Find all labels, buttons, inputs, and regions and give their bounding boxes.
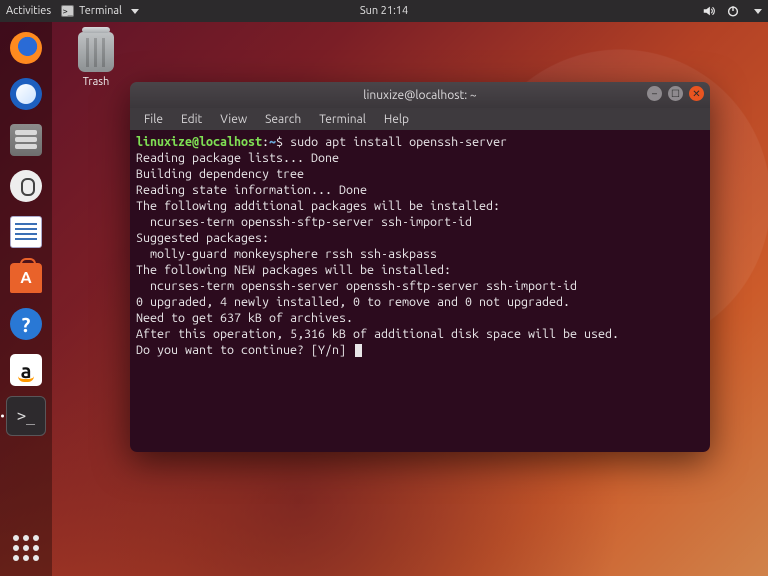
terminal-line: Reading package lists... Done — [136, 151, 339, 165]
terminal-menubar: File Edit View Search Terminal Help — [130, 108, 710, 130]
terminal-line: After this operation, 5,316 kB of additi… — [136, 327, 619, 341]
prompt-path: ~ — [269, 135, 276, 149]
clock[interactable]: Sun 21:14 — [360, 5, 408, 17]
menu-help[interactable]: Help — [380, 111, 413, 128]
gnome-top-bar: Activities >_ Terminal Sun 21:14 — [0, 0, 768, 22]
desktop-icon-trash[interactable]: Trash — [78, 32, 114, 88]
terminal-line: Suggested packages: — [136, 231, 269, 245]
dock-app-writer[interactable] — [6, 212, 46, 252]
dock-app-rhythmbox[interactable] — [6, 166, 46, 206]
thunderbird-icon — [10, 78, 42, 110]
terminal-line: Reading state information... Done — [136, 183, 367, 197]
terminal-line: molly-guard monkeysphere rssh ssh-askpas… — [136, 247, 437, 261]
terminal-icon: >_ — [6, 396, 46, 436]
menu-file[interactable]: File — [140, 111, 167, 128]
app-menu-label: Terminal — [79, 5, 122, 17]
chevron-down-icon — [131, 9, 139, 14]
software-icon — [10, 263, 42, 293]
menu-search[interactable]: Search — [261, 111, 305, 128]
trash-icon — [78, 32, 114, 72]
terminal-window: linuxize@localhost: ~ – ☐ ✕ File Edit Vi… — [130, 82, 710, 452]
window-maximize-button[interactable]: ☐ — [668, 86, 683, 101]
terminal-line: The following additional packages will b… — [136, 199, 500, 213]
terminal-line: Need to get 637 kB of archives. — [136, 311, 353, 325]
firefox-icon — [10, 32, 42, 64]
writer-icon — [10, 216, 42, 248]
prompt-suffix: $ — [276, 135, 290, 149]
dock-app-terminal[interactable]: >_ — [6, 396, 46, 436]
entered-command: sudo apt install openssh-server — [290, 135, 507, 149]
dock-app-files[interactable] — [6, 120, 46, 160]
menu-view[interactable]: View — [216, 111, 251, 128]
volume-icon[interactable] — [702, 4, 716, 18]
launcher-dock: ? a >_ — [0, 22, 52, 576]
show-applications-button[interactable] — [6, 528, 46, 568]
prompt-separator: : — [262, 135, 269, 149]
terminal-icon: >_ — [61, 5, 74, 17]
terminal-line: The following NEW packages will be insta… — [136, 263, 451, 277]
window-title: linuxize@localhost: ~ — [363, 89, 476, 102]
amazon-icon: a — [10, 354, 42, 386]
dock-app-help[interactable]: ? — [6, 304, 46, 344]
terminal-body[interactable]: linuxize@localhost:~$ sudo apt install o… — [130, 130, 710, 452]
dock-app-thunderbird[interactable] — [6, 74, 46, 114]
window-minimize-button[interactable]: – — [647, 86, 662, 101]
help-icon: ? — [10, 308, 42, 340]
menu-edit[interactable]: Edit — [177, 111, 206, 128]
dock-app-amazon[interactable]: a — [6, 350, 46, 390]
terminal-cursor — [355, 344, 362, 357]
terminal-line: ncurses-term openssh-server openssh-sftp… — [136, 279, 577, 293]
power-icon[interactable] — [726, 4, 740, 18]
rhythmbox-icon — [10, 170, 42, 202]
files-icon — [10, 124, 42, 156]
window-close-button[interactable]: ✕ — [689, 86, 704, 101]
app-menu[interactable]: >_ Terminal — [61, 5, 139, 17]
terminal-line: Do you want to continue? [Y/n] — [136, 343, 353, 357]
menu-terminal[interactable]: Terminal — [315, 111, 370, 128]
dock-app-firefox[interactable] — [6, 28, 46, 68]
prompt-user-host: linuxize@localhost — [136, 135, 262, 149]
terminal-line: Building dependency tree — [136, 167, 304, 181]
activities-button[interactable]: Activities — [6, 5, 51, 17]
window-titlebar[interactable]: linuxize@localhost: ~ – ☐ ✕ — [130, 82, 710, 108]
terminal-line: 0 upgraded, 4 newly installed, 0 to remo… — [136, 295, 570, 309]
system-menu-chevron-icon[interactable] — [754, 9, 762, 14]
terminal-line: ncurses-term openssh-sftp-server ssh-imp… — [136, 215, 472, 229]
dock-app-software[interactable] — [6, 258, 46, 298]
desktop-icon-label: Trash — [78, 76, 114, 88]
